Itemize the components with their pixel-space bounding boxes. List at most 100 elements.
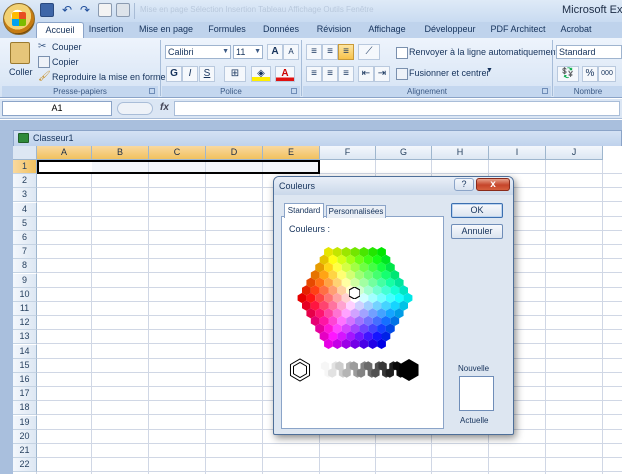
column-headers: ABCDEFGHIJ	[13, 146, 622, 160]
row-header-3[interactable]: 3	[13, 188, 37, 203]
shrink-font-button[interactable]: A	[283, 44, 299, 60]
tab-affichage[interactable]: Affichage	[363, 22, 411, 38]
row-header-17[interactable]: 17	[13, 387, 37, 402]
font-name-combo[interactable]: Calibri ▼	[165, 45, 231, 59]
tab-insertion[interactable]: Insertion	[84, 22, 128, 38]
row-gridline	[37, 471, 622, 473]
office-button[interactable]	[3, 3, 35, 35]
column-header-F[interactable]: F	[320, 146, 376, 160]
row-header-8[interactable]: 8	[13, 259, 37, 274]
font-color-icon[interactable]: A	[275, 66, 295, 82]
insert-function-icon[interactable]: fx	[160, 102, 169, 113]
alignment-launcher-icon[interactable]	[542, 88, 548, 94]
name-box[interactable]: A1	[2, 101, 112, 116]
tab-mise-en-page[interactable]: Mise en page	[136, 22, 196, 38]
row-header-5[interactable]: 5	[13, 216, 37, 231]
row-header-18[interactable]: 18	[13, 401, 37, 416]
column-header-D[interactable]: D	[206, 146, 263, 160]
column-header-E[interactable]: E	[263, 146, 320, 160]
copy-button[interactable]: Copier	[52, 57, 79, 67]
row-header-22[interactable]: 22	[13, 458, 37, 473]
row-header-16[interactable]: 16	[13, 373, 37, 387]
align-right-icon[interactable]: ≡	[338, 66, 354, 82]
row-header-20[interactable]: 20	[13, 429, 37, 444]
borders-icon[interactable]: ⊞	[224, 66, 246, 82]
group-label-clipboard: Presse-papiers	[2, 86, 158, 97]
chevron-down-icon[interactable]: ▼	[486, 67, 493, 74]
paste-icon[interactable]	[10, 42, 30, 64]
font-size-combo[interactable]: 11 ▼	[233, 45, 263, 59]
align-center-icon[interactable]: ≡	[322, 66, 338, 82]
tab-pdf-architect[interactable]: PDF Architect	[489, 22, 547, 38]
bold-button[interactable]: G	[166, 66, 182, 82]
orientation-icon[interactable]: ⟋	[358, 44, 380, 60]
column-header-I[interactable]: I	[489, 146, 546, 160]
column-header-C[interactable]: C	[149, 146, 206, 160]
row-header-21[interactable]: 21	[13, 444, 37, 458]
column-header-B[interactable]: B	[92, 146, 149, 160]
gray-cell[interactable]	[293, 361, 307, 379]
row-header-15[interactable]: 15	[13, 358, 37, 373]
tab-standard[interactable]: Standard	[284, 203, 324, 218]
underline-button[interactable]: S	[199, 66, 215, 82]
font-launcher-icon[interactable]	[291, 88, 297, 94]
decrease-indent-icon[interactable]: ⇤	[358, 66, 374, 82]
row-header-9[interactable]: 9	[13, 273, 37, 288]
column-header-A[interactable]: A	[37, 146, 92, 160]
ok-button[interactable]: OK	[451, 203, 503, 218]
fill-color-icon[interactable]: ◈	[251, 66, 271, 82]
save-icon[interactable]	[40, 3, 54, 17]
align-top-icon[interactable]: ≡	[306, 44, 322, 60]
tab-developpeur[interactable]: Développeur	[420, 22, 480, 38]
row-header-13[interactable]: 13	[13, 330, 37, 345]
align-left-icon[interactable]: ≡	[306, 66, 322, 82]
column-header-J[interactable]: J	[546, 146, 603, 160]
align-middle-icon[interactable]: ≡	[322, 44, 338, 60]
select-all-corner[interactable]	[13, 146, 37, 160]
tab-personnalisees[interactable]: Personnalisées	[326, 205, 386, 218]
close-button[interactable]: x	[476, 178, 510, 191]
row-header-7[interactable]: 7	[13, 245, 37, 260]
grow-font-button[interactable]: A	[267, 44, 283, 60]
help-button[interactable]: ?	[454, 178, 474, 191]
group-separator	[301, 40, 302, 96]
clipboard-launcher-icon[interactable]	[149, 88, 155, 94]
tab-formules[interactable]: Formules	[203, 22, 251, 38]
row-header-14[interactable]: 14	[13, 344, 37, 359]
row-header-6[interactable]: 6	[13, 231, 37, 245]
gray-cell[interactable]	[399, 359, 419, 381]
currency-icon[interactable]: 💱	[557, 66, 579, 82]
row-header-19[interactable]: 19	[13, 415, 37, 430]
tab-acrobat[interactable]: Acrobat	[556, 22, 596, 38]
row-header-11[interactable]: 11	[13, 302, 37, 316]
align-bottom-icon[interactable]: ≡	[338, 44, 354, 60]
row-header-4[interactable]: 4	[13, 202, 37, 217]
undo-icon[interactable]: ↶	[60, 3, 74, 17]
percent-button[interactable]: %	[582, 66, 598, 82]
formula-input[interactable]	[174, 101, 620, 116]
tab-accueil[interactable]: Accueil	[36, 22, 84, 38]
row-header-10[interactable]: 10	[13, 287, 37, 302]
grayscale-row[interactable]	[287, 356, 427, 384]
cut-button[interactable]: Couper	[52, 42, 82, 52]
format-painter-button[interactable]: Reproduire la mise en forme	[52, 72, 166, 82]
column-header-H[interactable]: H	[432, 146, 489, 160]
redo-icon[interactable]: ↷	[78, 3, 92, 17]
number-format-combo[interactable]: Standard	[556, 45, 622, 59]
thousands-button[interactable]: 000	[598, 66, 616, 82]
quick-print-icon[interactable]	[116, 3, 130, 17]
wrap-text-button[interactable]: Renvoyer à la ligne automatiquement	[409, 47, 558, 57]
row-header-12[interactable]: 12	[13, 316, 37, 331]
tab-donnees[interactable]: Données	[259, 22, 303, 38]
italic-button[interactable]: I	[182, 66, 198, 82]
cancel-button[interactable]: Annuler	[451, 224, 503, 239]
row-header-2[interactable]: 2	[13, 174, 37, 189]
print-preview-icon[interactable]	[98, 3, 112, 17]
tab-revision[interactable]: Révision	[312, 22, 356, 38]
paste-button[interactable]: Coller	[9, 67, 33, 77]
merge-center-button[interactable]: Fusionner et centrer	[409, 68, 490, 78]
increase-indent-icon[interactable]: ⇥	[374, 66, 390, 82]
row-header-1[interactable]: 1	[13, 160, 37, 174]
active-cell[interactable]	[39, 162, 92, 172]
column-header-G[interactable]: G	[376, 146, 432, 160]
